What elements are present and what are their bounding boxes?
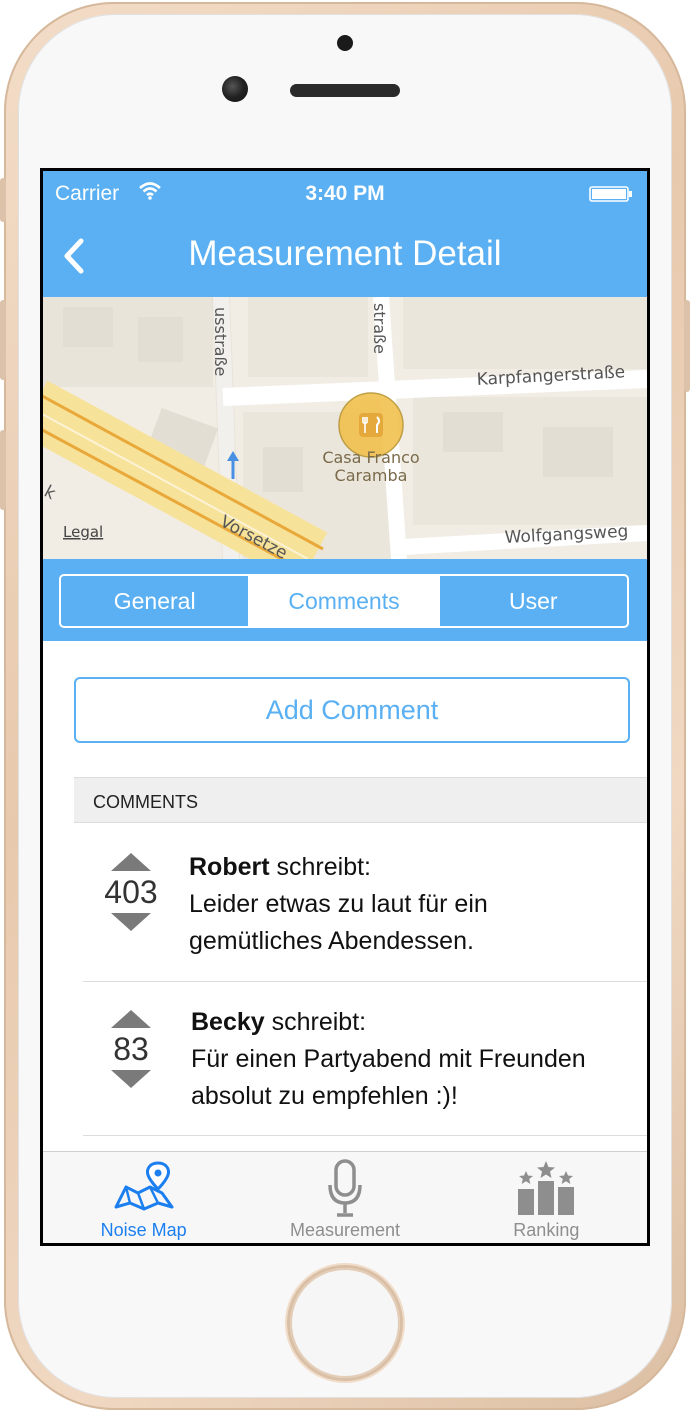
screen: Carrier 3:40 PM Measurement Detail usstr… (40, 168, 650, 1246)
status-bar: Carrier 3:40 PM (43, 171, 647, 217)
front-camera (222, 76, 248, 102)
map-canvas: usstraße straße Karpfangerstraße Wolfgan… (43, 297, 647, 559)
vote-control: 83 (96, 1010, 166, 1088)
clock: 3:40 PM (305, 182, 385, 205)
segmented-control: General Comments User (59, 574, 629, 628)
comment-author: Becky (191, 1008, 265, 1036)
battery-icon (589, 186, 632, 202)
comment-body: Becky schreibt: Für einen Partyabend mit… (191, 1004, 586, 1115)
segment-bar: General Comments User (43, 559, 647, 641)
street-label: usstraße (211, 307, 230, 376)
proximity-sensor (337, 35, 353, 51)
tab-label: Ranking (513, 1220, 580, 1240)
comment-divider (83, 981, 647, 982)
comment-body: Robert schreibt: Leider etwas zu laut fü… (189, 849, 488, 960)
comment-writes: schreibt: (264, 1008, 367, 1036)
upvote-icon[interactable] (111, 1010, 151, 1028)
mute-switch (0, 178, 6, 222)
home-button[interactable] (290, 1268, 400, 1378)
tab-noise-map[interactable]: Noise Map (43, 1152, 244, 1243)
comment-divider (83, 1135, 647, 1136)
comment-text-line: absolut zu empfehlen :)! (191, 1082, 458, 1110)
tab-bar: Noise Map Measurement Ranking (43, 1151, 647, 1243)
tab-label: Noise Map (100, 1220, 187, 1240)
comment-text-line: Für einen Partyabend mit Freunden (191, 1045, 586, 1073)
upvote-icon[interactable] (111, 853, 151, 871)
power-button (684, 300, 690, 392)
vote-control: 403 (96, 853, 166, 931)
comments-section-header: COMMENTS (74, 777, 647, 823)
app-screen: Carrier 3:40 PM Measurement Detail usstr… (43, 171, 647, 1243)
comment-text-line: gemütliches Abendessen. (189, 927, 474, 955)
vote-count: 403 (104, 874, 158, 910)
volume-down-button (0, 430, 6, 510)
add-comment-button[interactable]: Add Comment (74, 677, 630, 743)
tab-measurement[interactable]: Measurement (244, 1152, 445, 1243)
comment-author-line: Becky schreibt: (191, 1004, 586, 1041)
poi-name-line2: Caramba (335, 466, 408, 485)
podium-icon (518, 1161, 575, 1215)
comment-text-line: Leider etwas zu laut für ein (189, 890, 488, 918)
segment-general[interactable]: General (61, 576, 248, 626)
segment-user[interactable]: User (437, 576, 627, 626)
downvote-icon[interactable] (111, 913, 151, 931)
tab-label: Measurement (289, 1220, 401, 1240)
comment-writes: schreibt: (269, 853, 372, 881)
page-title: Measurement Detail (188, 234, 502, 273)
earpiece-speaker (290, 84, 400, 97)
tab-ranking[interactable]: Ranking (446, 1152, 647, 1243)
map-view[interactable]: usstraße straße Karpfangerstraße Wolfgan… (43, 297, 647, 559)
microphone-icon (328, 1159, 362, 1217)
comment-author-line: Robert schreibt: (189, 849, 488, 886)
street-label: straße (370, 303, 389, 354)
comment-item: 403 Robert schreibt: Leider etwas zu lau… (43, 823, 647, 983)
comment-item: 83 Becky schreibt: Für einen Partyabend … (43, 984, 647, 1136)
map-legal-link[interactable]: Legal (63, 523, 103, 541)
navigation-bar: Measurement Detail (43, 217, 647, 297)
vote-count: 83 (113, 1031, 149, 1067)
comment-author: Robert (189, 853, 270, 881)
poi-name-line1: Casa Franco (322, 448, 419, 467)
segment-comments[interactable]: Comments (248, 576, 438, 626)
volume-up-button (0, 300, 6, 380)
downvote-icon[interactable] (111, 1070, 151, 1088)
map-pin-icon (114, 1161, 174, 1211)
